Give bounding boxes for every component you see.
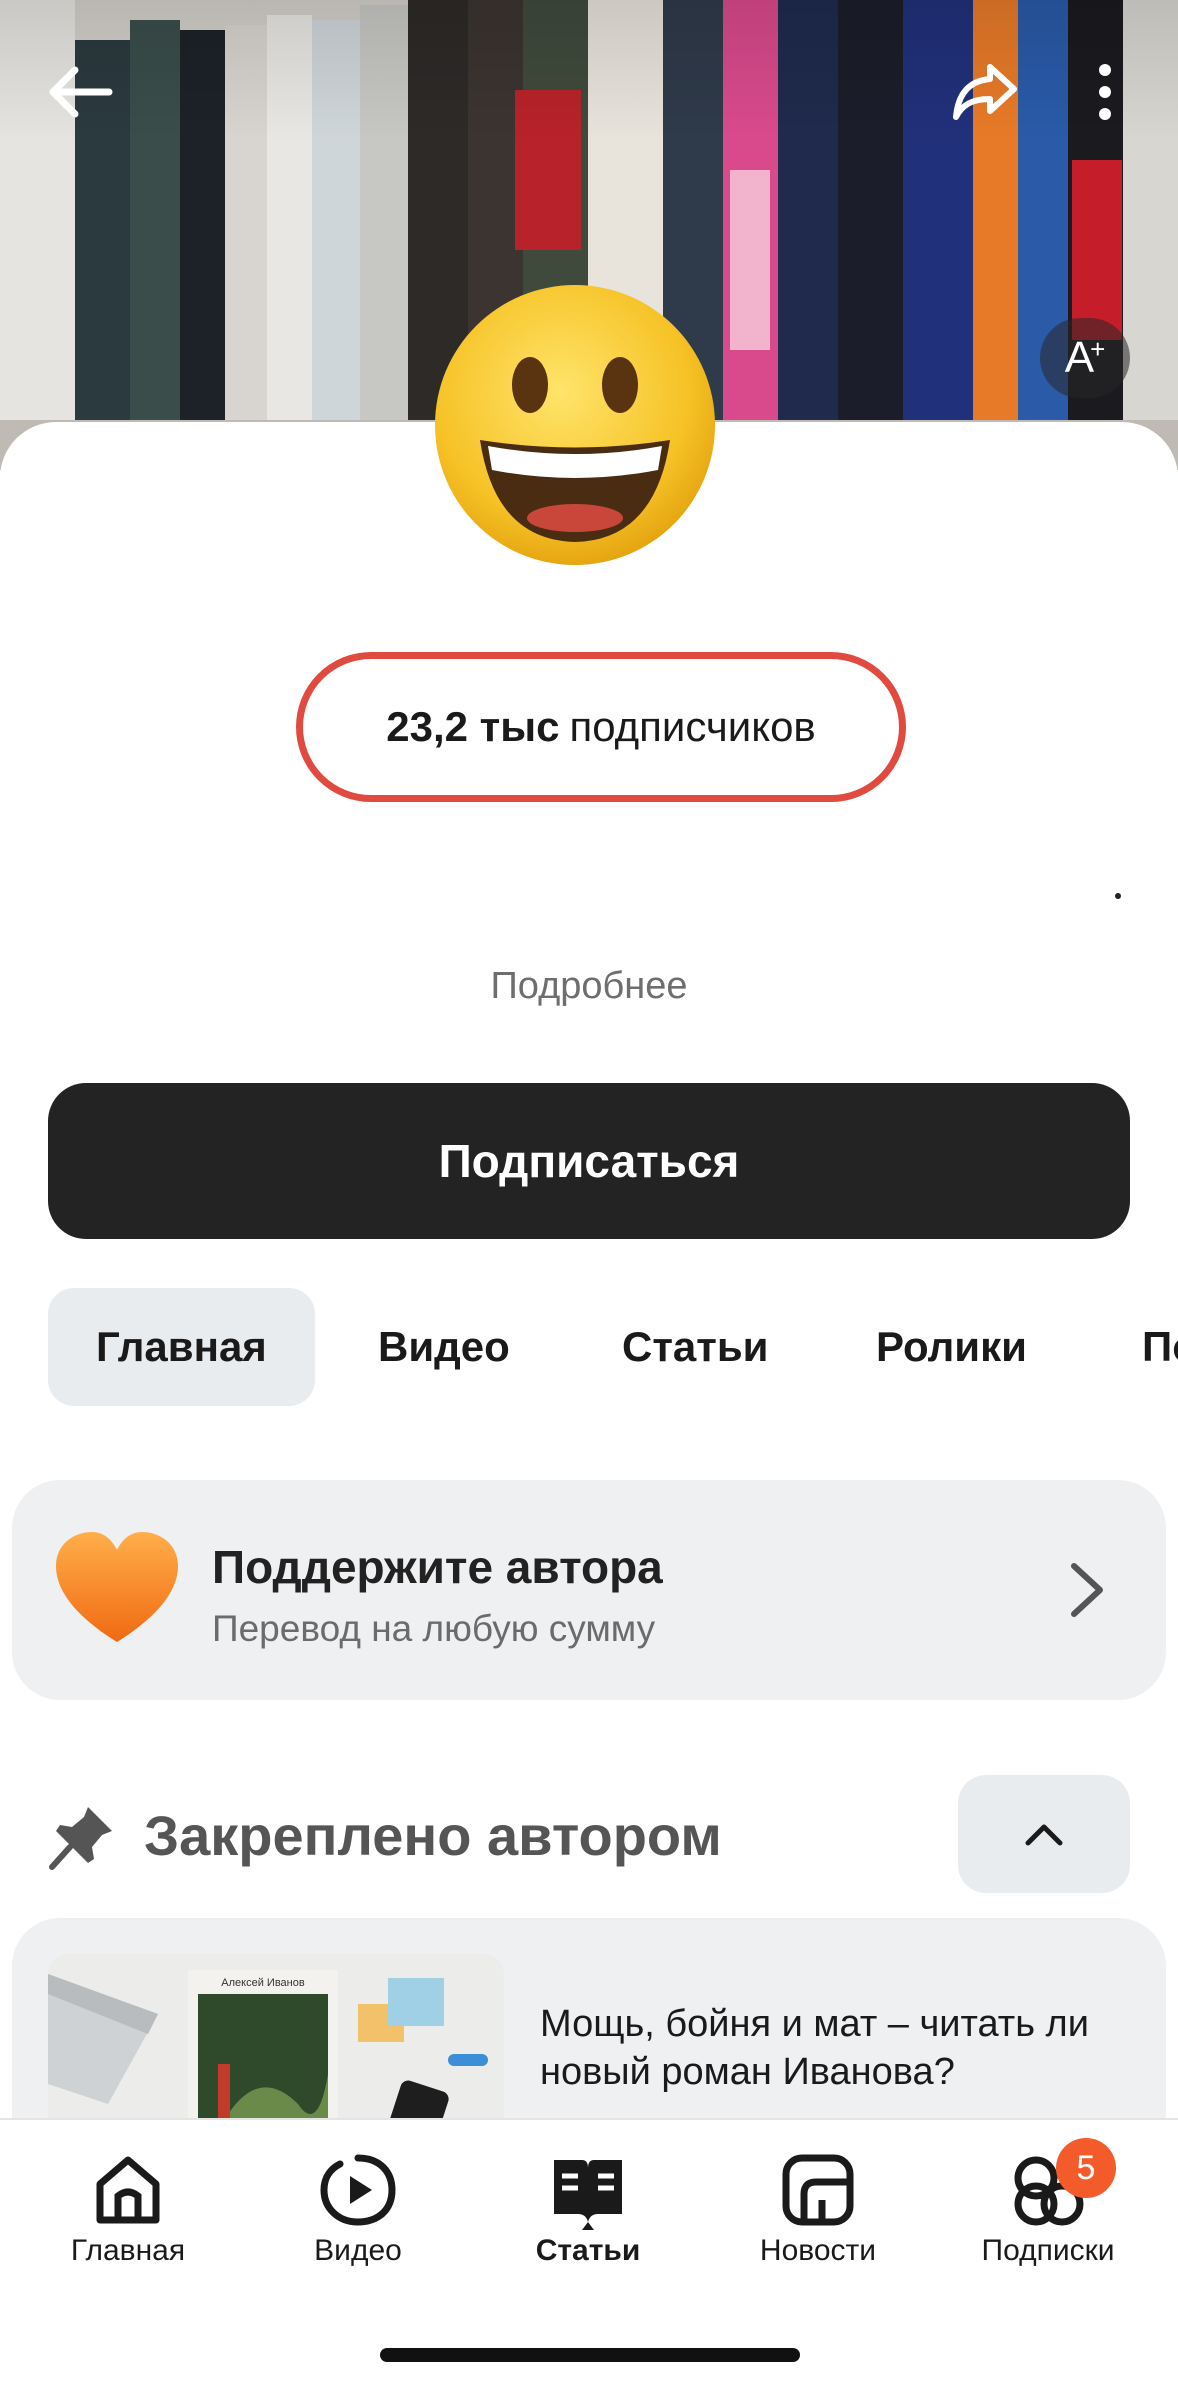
tab-main[interactable]: Главная (48, 1288, 315, 1406)
subscriptions-badge: 5 (1056, 2138, 1116, 2198)
nav-home[interactable]: Главная (28, 2150, 228, 2280)
nav-subscriptions-label: Подписки (981, 2234, 1115, 2267)
nav-articles[interactable]: Статьи (488, 2150, 688, 2280)
subscribers-number: 23,2 тыс (386, 703, 560, 750)
dot-marker (1115, 893, 1121, 899)
font-size-button[interactable]: A + (1040, 318, 1130, 398)
tab-video[interactable]: Видео (378, 1288, 510, 1406)
nav-news-label: Новости (759, 2234, 877, 2267)
video-icon (320, 2154, 396, 2226)
pinned-title: Закреплено автором (144, 1804, 722, 1867)
more-options-button[interactable] (1080, 52, 1130, 132)
avatar-emoji[interactable] (430, 280, 720, 570)
home-indicator (380, 2348, 800, 2362)
tab-articles[interactable]: Статьи (622, 1288, 768, 1406)
pin-icon (49, 1807, 112, 1870)
nav-video[interactable]: Видео (258, 2150, 458, 2280)
tab-shorts[interactable]: Ролики (876, 1288, 1027, 1406)
pinned-section-header: Закреплено автором (48, 1775, 1130, 1895)
nav-home-label: Главная (70, 2234, 186, 2267)
subscribers-count[interactable]: 23,2 тыс подписчиков (296, 652, 906, 802)
home-icon (96, 2156, 160, 2224)
chevron-up-icon (1025, 1824, 1063, 1846)
nav-video-label: Видео (314, 2234, 402, 2267)
support-author-card[interactable]: Поддержите автора Перевод на любую сумму (12, 1480, 1166, 1700)
heart-icon (56, 1532, 178, 1642)
back-button[interactable] (40, 52, 120, 132)
more-vertical-icon (1099, 64, 1111, 120)
thumb-book-author: Алексей Иванов (221, 1977, 305, 1989)
font-size-plus: + (1090, 333, 1106, 364)
collapse-pinned-button[interactable] (958, 1775, 1130, 1893)
arrow-left-icon (49, 66, 113, 118)
subscribe-button[interactable]: Подписаться (48, 1083, 1130, 1239)
channel-tabs: Главная Видео Статьи Ролики По (48, 1288, 1178, 1406)
news-icon (782, 2154, 854, 2226)
more-details-link[interactable]: Подробнее (0, 965, 1178, 1008)
nav-news[interactable]: Новости (718, 2150, 918, 2280)
share-arrow-icon (953, 64, 1017, 120)
pinned-article-title: Мощь, бойня и мат – читать ли новый рома… (540, 2003, 1089, 2093)
nav-subscriptions[interactable]: Подписки (948, 2150, 1148, 2280)
nav-articles-label: Статьи (535, 2234, 641, 2267)
share-button[interactable] (940, 46, 1030, 136)
subscribers-label: подписчиков (569, 703, 816, 750)
tab-more-cut[interactable]: По (1142, 1288, 1178, 1406)
articles-icon (554, 2160, 622, 2230)
support-subtitle: Перевод на любую сумму (212, 1608, 656, 1649)
chevron-right-icon (1071, 1563, 1103, 1617)
support-title: Поддержите автора (212, 1541, 663, 1593)
